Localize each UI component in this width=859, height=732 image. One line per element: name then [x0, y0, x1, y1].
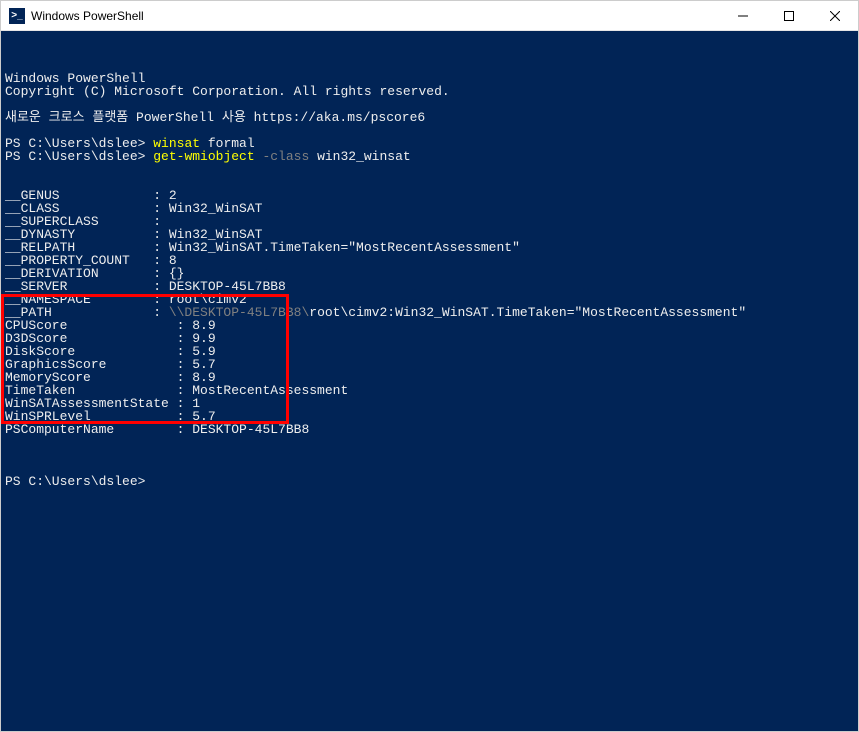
titlebar[interactable]: >_ Windows PowerShell — [1, 1, 858, 31]
close-icon — [830, 11, 840, 21]
powershell-window: >_ Windows PowerShell Windows PowerShell… — [0, 0, 859, 732]
prompt-line: PS C:\Users\dslee> — [5, 475, 854, 488]
powershell-icon: >_ — [9, 8, 25, 24]
powershell-icon-glyph: >_ — [11, 10, 22, 21]
terminal-output[interactable]: Windows PowerShellCopyright (C) Microsof… — [1, 31, 858, 731]
close-button[interactable] — [812, 1, 858, 31]
window-title: Windows PowerShell — [31, 9, 144, 23]
maximize-button[interactable] — [766, 1, 812, 31]
minimize-button[interactable] — [720, 1, 766, 31]
maximize-icon — [784, 11, 794, 21]
blank-line — [5, 436, 854, 449]
blank-line — [5, 163, 854, 176]
score-line: PSComputerName : DESKTOP-45L7BB8 — [5, 423, 854, 436]
command-line-2: PS C:\Users\dslee> get-wmiobject -class … — [5, 150, 854, 163]
tip-line: 새로운 크로스 플랫폼 PowerShell 사용 https://aka.ms… — [5, 111, 854, 124]
blank-line — [5, 449, 854, 462]
copyright-line: Copyright (C) Microsoft Corporation. All… — [5, 85, 854, 98]
minimize-icon — [738, 11, 748, 21]
